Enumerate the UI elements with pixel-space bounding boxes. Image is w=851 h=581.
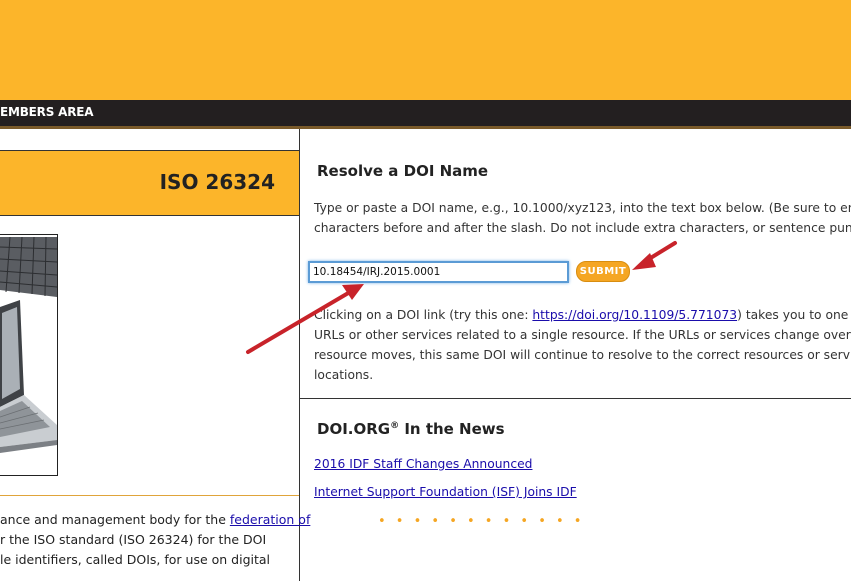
- about-paragraph: ance and management body for the federat…: [0, 510, 310, 570]
- header-banner: [0, 0, 851, 100]
- left-divider: [0, 495, 299, 496]
- news-link-staff-changes[interactable]: 2016 IDF Staff Changes Announced: [314, 457, 532, 471]
- doi-input[interactable]: [308, 261, 569, 283]
- about-text-3: le identifiers, called DOIs, for use on …: [0, 552, 271, 567]
- news-link-isf[interactable]: Internet Support Foundation (ISF) Joins …: [314, 485, 577, 499]
- resolve-heading: Resolve a DOI Name: [317, 162, 489, 180]
- instructions-line-1: Type or paste a DOI name, e.g., 10.1000/…: [314, 201, 851, 215]
- nav-underline: [0, 126, 851, 129]
- link-text-pre: Clicking on a DOI link (try this one:: [314, 308, 533, 322]
- link-text-post: ) takes you to one or m: [737, 308, 851, 322]
- about-text-2: r the ISO standard (ISO 26324) for the D…: [0, 532, 267, 547]
- doi-link-paragraph: Clicking on a DOI link (try this one: ht…: [314, 305, 851, 385]
- dotted-separator: • • • • • • • • • • • •: [378, 514, 585, 529]
- arrow-to-submit: [632, 241, 677, 270]
- federation-link[interactable]: federation of: [230, 512, 310, 527]
- resolve-instructions: Type or paste a DOI name, e.g., 10.1000/…: [314, 198, 851, 238]
- iso-banner: ISO 26324: [0, 150, 299, 216]
- news-heading-tail: In the News: [399, 420, 505, 438]
- nav-item-members-area[interactable]: EMBERS AREA: [0, 105, 94, 119]
- main-nav: EMBERS AREA: [0, 100, 851, 126]
- link-text-4: locations.: [314, 368, 374, 382]
- registered-mark: ®: [390, 421, 400, 431]
- news-heading-brand: DOI.ORG: [317, 420, 391, 438]
- submit-button[interactable]: SUBMIT: [576, 261, 630, 282]
- laptop-illustration: [0, 235, 57, 475]
- section-divider: [300, 398, 851, 399]
- about-text-1: ance and management body for the: [0, 512, 230, 527]
- link-text-2: URLs or other services related to a sing…: [314, 328, 851, 342]
- laptop-image: [0, 234, 58, 476]
- news-heading: DOI.ORG® In the News: [317, 420, 505, 438]
- link-text-3: resource moves, this same DOI will conti…: [314, 348, 851, 362]
- iso-title: ISO 26324: [159, 170, 275, 194]
- example-doi-link[interactable]: https://doi.org/10.1109/5.771073: [532, 308, 737, 322]
- instructions-line-2: characters before and after the slash. D…: [314, 221, 851, 235]
